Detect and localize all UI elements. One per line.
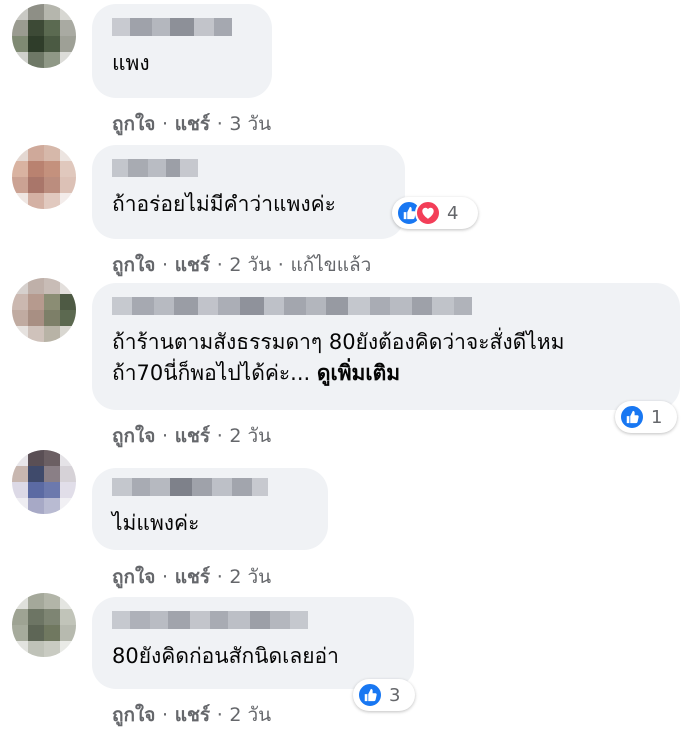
avatar[interactable] [12,593,76,657]
reaction-count: 3 [389,684,401,706]
comment-text: ไม่แพงค่ะ [112,511,200,535]
comment-bubble: ไม่แพงค่ะ [92,468,328,550]
comment-actions: ถูกใจ · แชร์ · 2 วัน [112,425,272,447]
avatar[interactable] [12,145,76,209]
share-action[interactable]: แชร์ [175,566,210,588]
share-action[interactable]: แชร์ [175,113,210,135]
like-action[interactable]: ถูกใจ [112,566,155,588]
timestamp[interactable]: 3 วัน [229,113,271,135]
comment-text: 80ยังคิดก่อนสักนิดเลยอ่า [112,644,339,668]
comment-bubble: แพง [92,4,272,98]
commenter-name-blurred[interactable] [112,18,252,36]
comment-text: ถ้าอร่อยไม่มีคำว่าแพงค่ะ [112,192,336,216]
avatar[interactable] [12,450,76,514]
timestamp[interactable]: 2 วัน [229,704,271,726]
see-more-link[interactable]: ดูเพิ่มเติม [317,361,400,385]
comment-actions: ถูกใจ · แชร์ · 2 วัน [112,704,272,726]
comment-text-line: ถ้าร้านตามสังธรรมดาๆ 80ยังต้องคิดว่าจะสั… [112,330,565,354]
like-icon [357,682,383,708]
commenter-name-blurred[interactable] [112,159,385,177]
reaction-count: 1 [651,406,663,428]
timestamp[interactable]: 2 วัน [229,566,271,588]
edited-label[interactable]: แก้ไขแล้ว [290,254,371,276]
comment-text: แพง [112,51,150,75]
commenter-name-blurred[interactable] [112,611,394,629]
like-action[interactable]: ถูกใจ [112,704,155,726]
like-icon [619,404,645,430]
comment-actions: ถูกใจ · แชร์ · 2 วัน [112,566,272,588]
comment-actions: ถูกใจ · แชร์ · 2 วัน · แก้ไขแล้ว [112,254,372,276]
like-action[interactable]: ถูกใจ [112,113,155,135]
timestamp[interactable]: 2 วัน [229,425,271,447]
comment-bubble: ถ้าอร่อยไม่มีคำว่าแพงค่ะ [92,145,405,239]
comment-actions: ถูกใจ · แชร์ · 3 วัน [112,113,272,135]
comment-text-line: ถ้า70นี่ก็พอไปได้ค่ะ... ดูเพิ่มเติม [112,361,401,385]
like-action[interactable]: ถูกใจ [112,425,155,447]
avatar[interactable] [12,4,76,68]
share-action[interactable]: แชร์ [175,254,210,276]
reaction-summary[interactable]: 3 [353,679,415,711]
reaction-summary[interactable]: 4 [392,197,478,229]
love-icon [415,200,441,226]
reaction-summary[interactable]: 1 [615,401,677,433]
commenter-name-blurred[interactable] [112,478,308,496]
timestamp[interactable]: 2 วัน [229,254,271,276]
comment-bubble: 80ยังคิดก่อนสักนิดเลยอ่า [92,597,414,689]
share-action[interactable]: แชร์ [175,425,210,447]
like-action[interactable]: ถูกใจ [112,254,155,276]
avatar[interactable] [12,278,76,342]
comment-bubble: ถ้าร้านตามสังธรรมดาๆ 80ยังต้องคิดว่าจะสั… [92,283,680,410]
commenter-name-blurred[interactable] [112,297,660,315]
reaction-count: 4 [447,202,459,224]
share-action[interactable]: แชร์ [175,704,210,726]
